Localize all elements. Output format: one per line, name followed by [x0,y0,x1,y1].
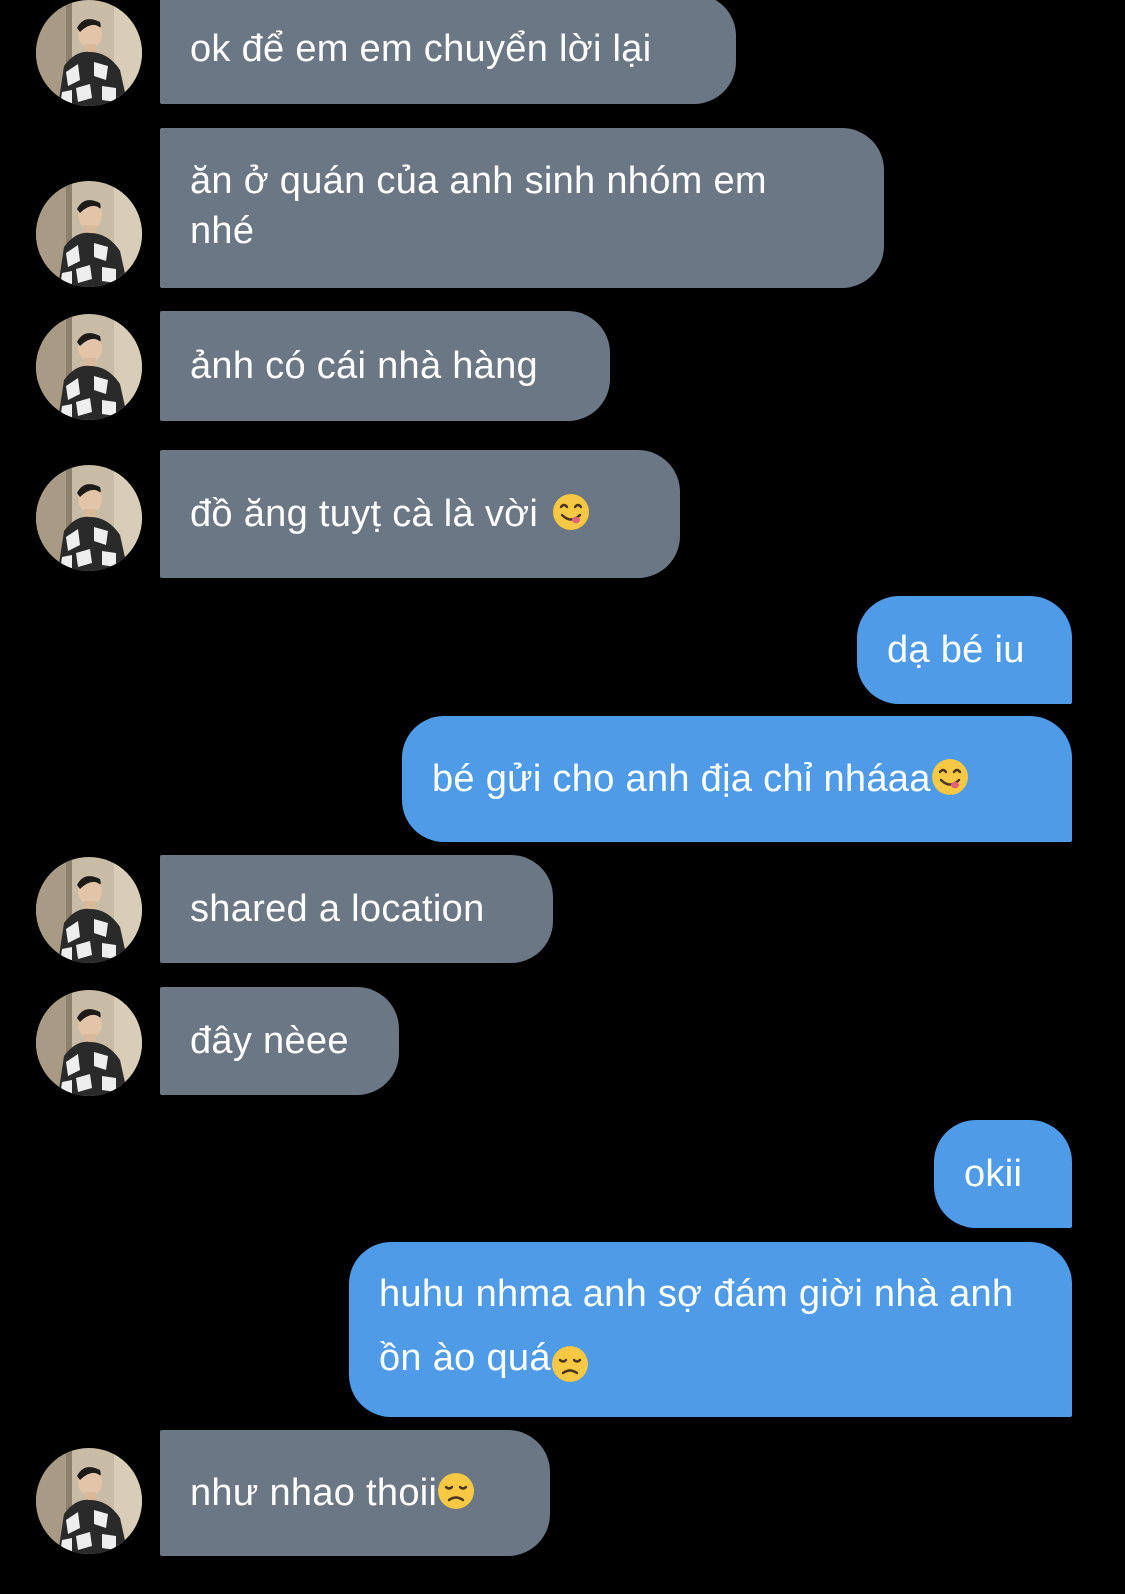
message-text: ok để em em chuyển lời lại [190,28,652,70]
sender-avatar[interactable] [36,314,142,420]
incoming-message-bubble[interactable]: shared a location [160,855,553,963]
message-text: như nhao thoii [190,1472,438,1514]
message-text: dạ bé iu [887,629,1025,671]
person-photo-icon [36,465,142,571]
message-text: shared a location [190,888,485,930]
sender-avatar[interactable] [36,465,142,571]
message-content: huhu nhma anh sợ đám giời nhà anh ồn ào … [379,1262,1029,1390]
message-text: đồ ăng tuyṭ cà là vời [190,493,539,535]
outgoing-message-bubble[interactable]: bé gửi cho anh địa chỉ nháaa [402,716,1072,842]
yum-face-emoji-icon [931,758,969,796]
person-photo-icon [36,314,142,420]
message-content: như nhao thoii [190,1430,475,1556]
disappointed-face-emoji-icon [551,1339,589,1382]
message-text: ảnh có cái nhà hàng [190,345,538,387]
message-content: bé gửi cho anh địa chỉ nháaa [432,716,969,842]
message-text: bé gửi cho anh địa chỉ nháaa [432,758,931,800]
outgoing-message-bubble[interactable]: huhu nhma anh sợ đám giời nhà anh ồn ào … [349,1242,1072,1417]
incoming-message-bubble[interactable]: đây nèee [160,987,399,1095]
message-content: đồ ăng tuyṭ cà là vời [190,450,590,578]
message-text: okii [964,1153,1023,1195]
message-text: đây nèee [190,1020,349,1062]
incoming-message-bubble[interactable]: đồ ăng tuyṭ cà là vời [160,450,680,578]
message-thread: ok để em em chuyển lời lại ăn ở quán của… [0,0,1125,1594]
person-photo-icon [36,990,142,1096]
sender-avatar[interactable] [36,857,142,963]
sender-avatar[interactable] [36,990,142,1096]
person-photo-icon [36,857,142,963]
person-photo-icon [36,0,142,106]
incoming-message-bubble[interactable]: ok để em em chuyển lời lại [160,0,736,104]
sender-avatar[interactable] [36,1448,142,1554]
incoming-message-bubble[interactable]: như nhao thoii [160,1430,550,1556]
outgoing-message-bubble[interactable]: dạ bé iu [857,596,1072,704]
message-text: ăn ở quán của anh sinh nhóm em nhé [190,160,767,252]
sender-avatar[interactable] [36,181,142,287]
outgoing-message-bubble[interactable]: okii [934,1120,1072,1228]
incoming-message-bubble[interactable]: ảnh có cái nhà hàng [160,311,610,421]
person-photo-icon [36,181,142,287]
person-photo-icon [36,1448,142,1554]
disappointed-face-emoji-icon [437,1472,475,1510]
message-text: huhu nhma anh sợ đám giời nhà anh ồn ào … [379,1273,1014,1379]
incoming-message-bubble[interactable]: ăn ở quán của anh sinh nhóm em nhé [160,128,884,288]
yum-face-emoji-icon [552,493,590,531]
sender-avatar[interactable] [36,0,142,106]
